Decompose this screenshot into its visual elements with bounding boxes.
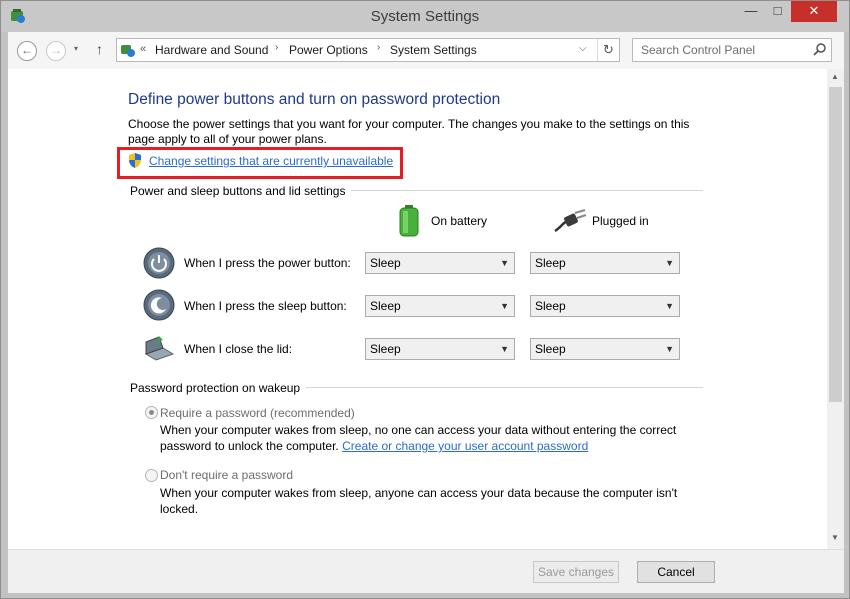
laptop-lid-icon	[144, 336, 175, 361]
address-dropdown-icon[interactable]: ⌵	[579, 43, 587, 54]
breadcrumb-separator[interactable]: ›	[275, 42, 278, 53]
breadcrumb-power-options[interactable]: Power Options	[289, 43, 368, 57]
control-panel-icon	[121, 45, 135, 57]
vertical-scrollbar[interactable]: ▲ ▼	[827, 69, 844, 549]
chevron-down-icon: ▼	[500, 258, 509, 268]
footer-bar: Save changes Cancel	[8, 549, 844, 593]
sleep-button-icon	[143, 289, 175, 321]
chevron-down-icon: ▼	[665, 301, 674, 311]
scroll-up-icon[interactable]: ▲	[831, 72, 839, 81]
power-plug-icon	[554, 209, 587, 233]
group-divider	[306, 387, 703, 388]
sleep-button-plugged-select[interactable]: Sleep ▼	[530, 295, 680, 317]
cancel-button[interactable]: Cancel	[637, 561, 715, 583]
minimize-button[interactable]: —	[738, 1, 764, 22]
search-placeholder: Search Control Panel	[641, 43, 756, 57]
chevron-down-icon: ▼	[500, 344, 509, 354]
on-battery-label: On battery	[431, 214, 488, 228]
chevron-down-icon: ▼	[665, 258, 674, 268]
select-value: Sleep	[370, 342, 401, 356]
title-bar: System Settings — □ ✕	[1, 1, 849, 32]
breadcrumb-hardware-and-sound[interactable]: Hardware and Sound	[155, 43, 268, 57]
dont-require-password-label[interactable]: Don't require a password	[160, 468, 293, 482]
select-value: Sleep	[370, 299, 401, 313]
plugged-in-label: Plugged in	[592, 214, 649, 228]
power-button-icon	[143, 247, 175, 279]
window: System Settings — □ ✕ ← → ▾ ↑ « Hardware…	[0, 0, 850, 599]
up-button[interactable]: ↑	[96, 41, 103, 57]
group-divider	[351, 190, 703, 191]
recent-locations-dropdown[interactable]: ▾	[74, 44, 78, 53]
breadcrumb-system-settings[interactable]: System Settings	[390, 43, 477, 57]
battery-icon	[399, 205, 419, 237]
select-value: Sleep	[535, 299, 566, 313]
buttons-group-title: Power and sleep buttons and lid settings	[130, 184, 346, 198]
maximize-button[interactable]: □	[764, 1, 791, 22]
scroll-down-icon[interactable]: ▼	[831, 533, 839, 542]
require-password-radio[interactable]	[145, 406, 158, 419]
create-password-link[interactable]: Create or change your user account passw…	[342, 439, 588, 453]
sleep-button-label: When I press the sleep button:	[184, 299, 347, 313]
chevron-down-icon: ▼	[500, 301, 509, 311]
require-password-label[interactable]: Require a password (recommended)	[160, 406, 355, 420]
back-button[interactable]: ←	[17, 41, 37, 61]
window-title: System Settings	[370, 8, 480, 25]
scrollbar-thumb[interactable]	[829, 87, 842, 402]
dont-require-password-description: When your computer wakes from sleep, any…	[160, 486, 678, 516]
power-button-label: When I press the power button:	[184, 256, 351, 270]
close-lid-battery-select[interactable]: Sleep ▼	[365, 338, 515, 360]
sleep-button-battery-select[interactable]: Sleep ▼	[365, 295, 515, 317]
uac-shield-icon	[129, 153, 141, 168]
breadcrumb-overflow[interactable]: «	[140, 43, 146, 55]
save-changes-button[interactable]: Save changes	[533, 561, 619, 583]
power-button-battery-select[interactable]: Sleep ▼	[365, 252, 515, 274]
password-group-title: Password protection on wakeup	[130, 381, 301, 395]
chevron-down-icon: ▼	[665, 344, 674, 354]
search-icon[interactable]	[813, 42, 827, 56]
select-value: Sleep	[535, 256, 566, 270]
search-box[interactable]: Search Control Panel	[632, 38, 832, 62]
select-value: Sleep	[535, 342, 566, 356]
close-lid-label: When I close the lid:	[184, 342, 293, 356]
page-title: Define power buttons and turn on passwor…	[128, 91, 501, 108]
power-button-plugged-select[interactable]: Sleep ▼	[530, 252, 680, 274]
intro-text: Choose the power settings that you want …	[128, 117, 690, 146]
breadcrumb-separator[interactable]: ›	[377, 42, 380, 53]
close-lid-plugged-select[interactable]: Sleep ▼	[530, 338, 680, 360]
navigation-bar: ← → ▾ ↑ « Hardware and Sound › Power Opt…	[8, 32, 844, 69]
refresh-button[interactable]: ↻	[597, 39, 619, 61]
require-password-description: When your computer wakes from sleep, no …	[160, 422, 700, 454]
close-button[interactable]: ✕	[791, 1, 837, 22]
select-value: Sleep	[370, 256, 401, 270]
address-bar[interactable]: « Hardware and Sound › Power Options › S…	[116, 38, 620, 62]
main-content: Define power buttons and turn on passwor…	[8, 69, 827, 549]
change-settings-link[interactable]: Change settings that are currently unava…	[149, 154, 393, 168]
dont-require-password-radio[interactable]	[145, 469, 158, 482]
forward-button[interactable]: →	[46, 41, 66, 61]
